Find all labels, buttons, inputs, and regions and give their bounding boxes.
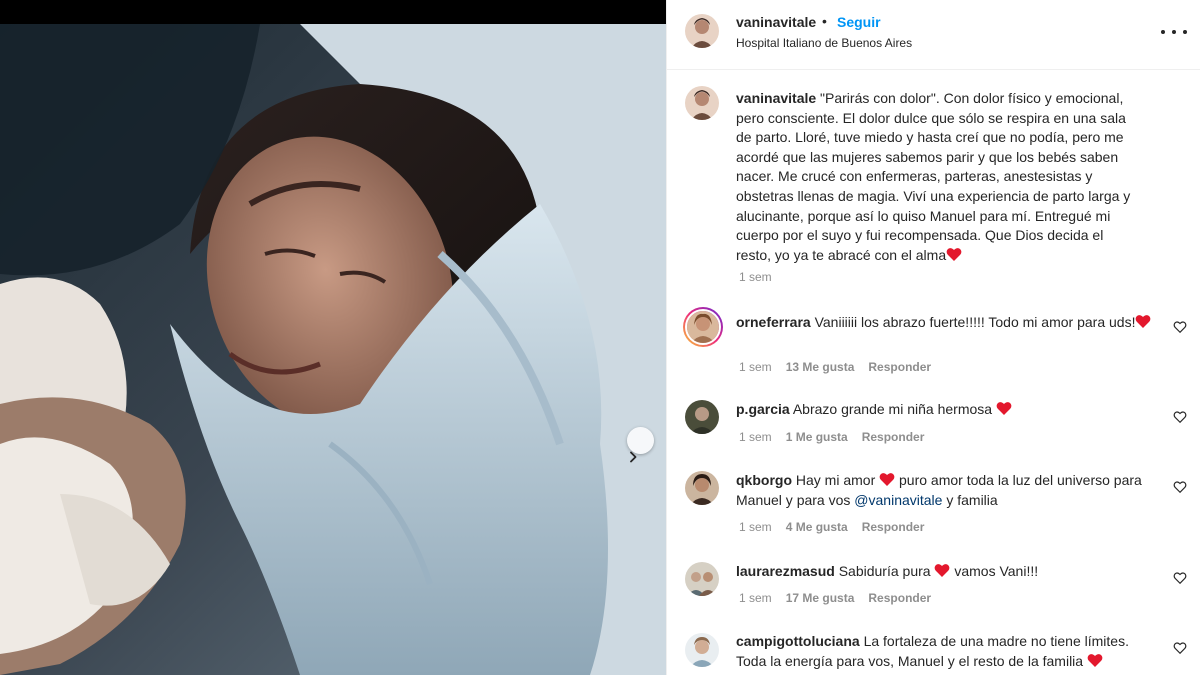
instagram-post-view: vaninavitale • Seguir Hospital Italiano …: [0, 0, 1200, 675]
comment-avatar-campigottoluciana[interactable]: [685, 633, 719, 667]
red-heart-icon: [996, 402, 1012, 415]
next-photo-button[interactable]: [627, 427, 654, 463]
red-heart-icon: [935, 564, 950, 577]
comment-avatar-pgarcia[interactable]: [685, 400, 719, 434]
comment-time: 1 sem: [739, 360, 772, 374]
comment-likes[interactable]: 17 Me gusta: [786, 591, 855, 605]
reply-button[interactable]: Responder: [868, 591, 931, 605]
comment-text: Vaniiiiii los abrazo fuerte!!!!! Todo mi…: [814, 314, 1136, 330]
separator-dot: •: [822, 13, 827, 29]
red-heart-icon: [946, 247, 962, 261]
comment-text: y familia: [942, 491, 998, 508]
follow-button[interactable]: Seguir: [837, 14, 881, 30]
caption-username[interactable]: vaninavitale: [736, 90, 816, 106]
reply-button[interactable]: Responder: [868, 360, 931, 374]
red-heart-icon: [879, 473, 895, 486]
comment-text: Abrazo grande mi niña hermosa: [792, 401, 996, 417]
comment-text: Hay mi amor: [795, 472, 880, 488]
reply-button[interactable]: Responder: [862, 520, 925, 534]
comment-avatar-orneferrara[interactable]: [683, 307, 723, 347]
post-photo: [0, 0, 666, 675]
like-comment-heart-icon[interactable]: [1173, 571, 1187, 585]
like-comment-heart-icon[interactable]: [1173, 480, 1187, 494]
reply-button[interactable]: Responder: [862, 430, 925, 444]
comment-qkborgo: qkborgo Hay mi amor puro amor toda la lu…: [736, 471, 1156, 510]
caption-text: "Parirás con dolor". Con dolor físico y …: [736, 90, 1131, 263]
caption-time: 1 sem: [739, 270, 772, 284]
post-side-panel: vaninavitale • Seguir Hospital Italiano …: [666, 0, 1200, 675]
comment-meta: 1 sem 13 Me gusta Responder: [739, 360, 945, 374]
comment-orneferrara: orneferrara Vaniiiiii los abrazo fuerte!…: [736, 313, 1156, 333]
photo-image: [0, 24, 666, 675]
like-comment-heart-icon[interactable]: [1173, 641, 1187, 655]
comment-mention[interactable]: @vaninavitale: [854, 492, 942, 508]
comment-username[interactable]: qkborgo: [736, 472, 792, 488]
comment-likes[interactable]: 13 Me gusta: [786, 360, 855, 374]
like-comment-heart-icon[interactable]: [1173, 410, 1187, 424]
comment-avatar-laurarezmasud[interactable]: [685, 562, 719, 596]
comment-username[interactable]: orneferrara: [736, 314, 811, 330]
comment-laurarezmasud: laurarezmasud Sabiduría pura vamos Vani!…: [736, 562, 1156, 582]
comment-meta: 1 sem 1 Me gusta Responder: [739, 430, 938, 444]
comment-username[interactable]: laurarezmasud: [736, 563, 835, 579]
post-header: vaninavitale • Seguir Hospital Italiano …: [667, 0, 1200, 70]
comment-avatar-qkborgo[interactable]: [685, 471, 719, 505]
caption-avatar[interactable]: [685, 86, 719, 120]
chevron-right-icon: [630, 451, 637, 463]
comment-meta: 1 sem 17 Me gusta Responder: [739, 591, 945, 605]
location-link[interactable]: Hospital Italiano de Buenos Aires: [736, 36, 912, 50]
comment-username[interactable]: campigottoluciana: [736, 633, 860, 649]
comment-text: vamos Vani!!!: [950, 563, 1039, 579]
comment-username[interactable]: p.garcia: [736, 401, 790, 417]
like-comment-heart-icon[interactable]: [1173, 320, 1187, 334]
comment-likes[interactable]: 1 Me gusta: [786, 430, 848, 444]
red-heart-icon: [1087, 653, 1103, 667]
comment-time: 1 sem: [739, 520, 772, 534]
more-options-icon[interactable]: [1161, 24, 1187, 40]
photo-top-bar: [0, 0, 666, 24]
author-avatar[interactable]: [685, 14, 719, 48]
comment-meta: 1 sem 4 Me gusta Responder: [739, 520, 938, 534]
caption-meta: 1 sem: [739, 270, 786, 284]
comment-likes[interactable]: 4 Me gusta: [786, 520, 848, 534]
comment-pgarcia: p.garcia Abrazo grande mi niña hermosa: [736, 400, 1156, 420]
comment-campigottoluciana: campigottoluciana La fortaleza de una ma…: [736, 632, 1156, 671]
red-heart-icon: [1136, 315, 1151, 328]
author-username[interactable]: vaninavitale: [736, 14, 816, 30]
comment-time: 1 sem: [739, 591, 772, 605]
post-caption: vaninavitale "Parirás con dolor". Con do…: [736, 89, 1136, 265]
comment-text: Sabiduría pura: [838, 563, 935, 579]
comment-time: 1 sem: [739, 430, 772, 444]
